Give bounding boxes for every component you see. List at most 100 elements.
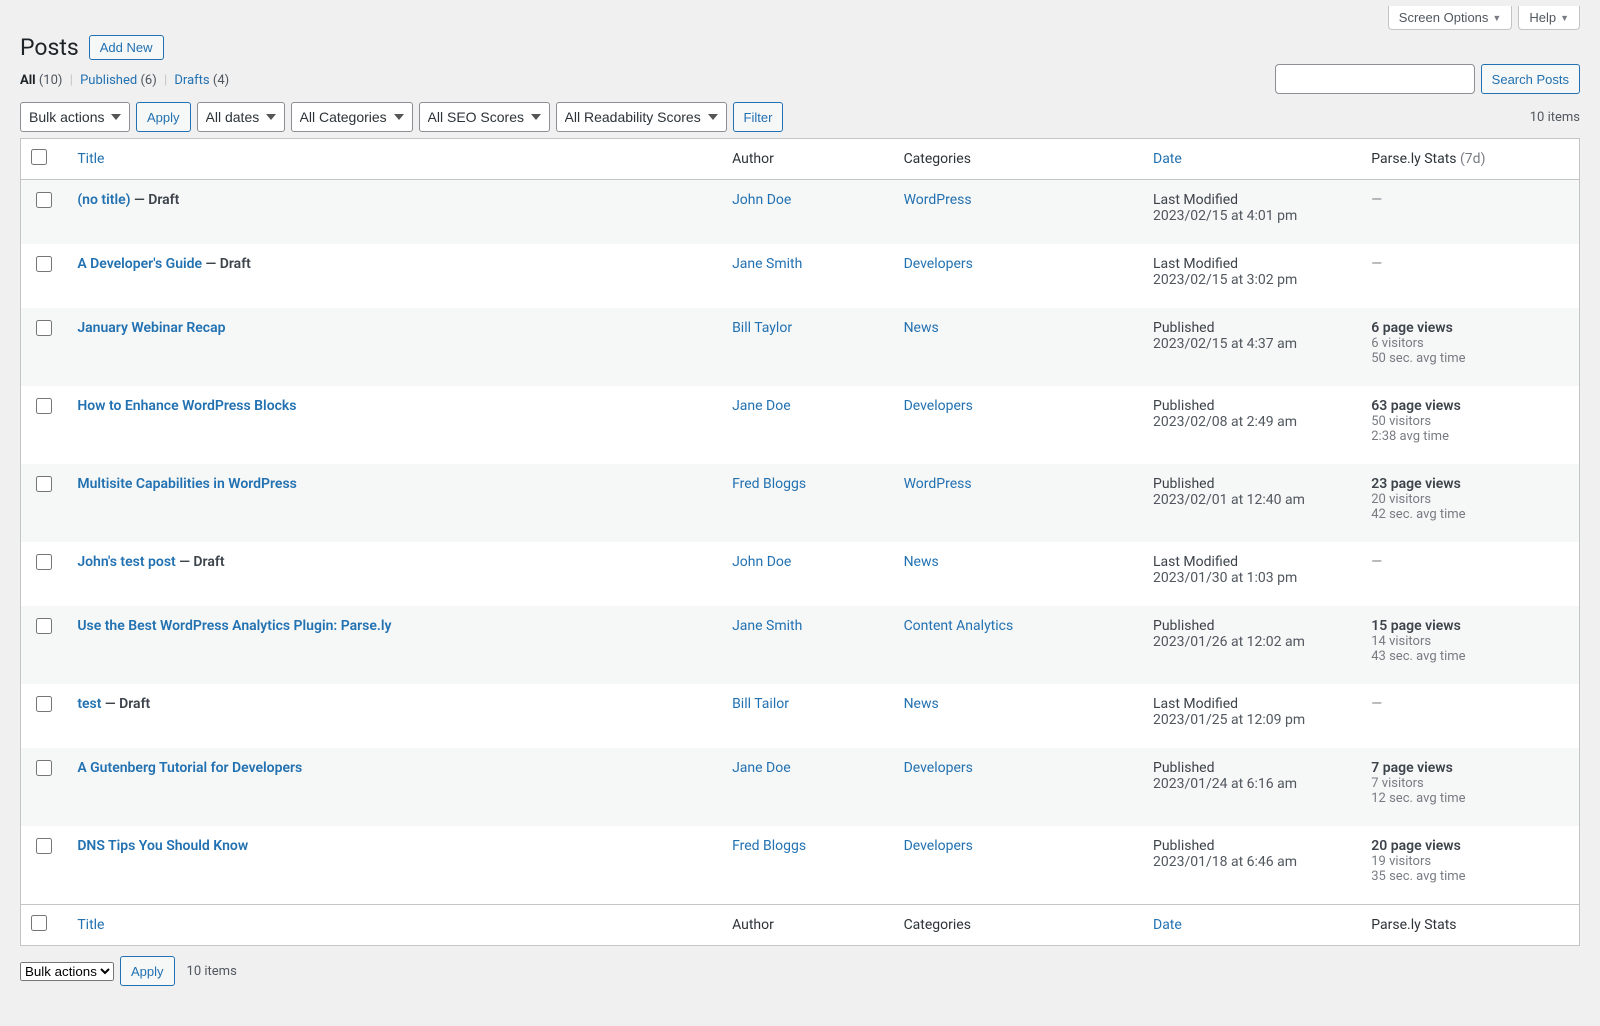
category-link[interactable]: Developers — [904, 838, 973, 854]
col-title-footer[interactable]: Title — [77, 917, 104, 933]
help-button[interactable]: Help ▼ — [1518, 6, 1580, 30]
table-row: A Developer's Guide — DraftJane SmithDev… — [21, 244, 1580, 308]
filter-all-count: (10) — [39, 73, 63, 88]
col-author-header: Author — [722, 139, 893, 180]
date-value: 2023/01/26 at 12:02 am — [1153, 634, 1351, 650]
post-title-link[interactable]: Multisite Capabilities in WordPress — [77, 476, 297, 492]
stats-visitors: 7 visitors — [1371, 776, 1569, 791]
apply-bulk-button-bottom[interactable]: Apply — [120, 956, 175, 986]
stats-views: 7 page views — [1371, 760, 1569, 776]
row-checkbox[interactable] — [36, 618, 52, 634]
seo-filter-select[interactable]: All SEO Scores — [419, 102, 550, 132]
category-link[interactable]: Content Analytics — [904, 618, 1014, 634]
items-count-top: 10 items — [1530, 110, 1580, 125]
help-label: Help — [1529, 10, 1556, 25]
table-row: Multisite Capabilities in WordPress Fred … — [21, 464, 1580, 542]
col-date-footer[interactable]: Date — [1153, 917, 1182, 933]
post-title-link[interactable]: DNS Tips You Should Know — [77, 838, 248, 854]
row-checkbox[interactable] — [36, 476, 52, 492]
post-title-link[interactable]: A Developer's Guide — [77, 256, 202, 272]
filter-published-link[interactable]: Published — [80, 73, 137, 88]
author-link[interactable]: Jane Doe — [732, 760, 791, 776]
row-checkbox[interactable] — [36, 760, 52, 776]
author-link[interactable]: Jane Smith — [732, 256, 802, 272]
category-link[interactable]: Developers — [904, 256, 973, 272]
post-title-link[interactable]: (no title) — [77, 192, 130, 208]
author-link[interactable]: Jane Doe — [732, 398, 791, 414]
date-status: Last Modified — [1153, 192, 1351, 208]
add-new-button[interactable]: Add New — [89, 35, 164, 60]
table-row: Use the Best WordPress Analytics Plugin:… — [21, 606, 1580, 684]
date-status: Published — [1153, 618, 1351, 634]
row-checkbox[interactable] — [36, 398, 52, 414]
post-title-link[interactable]: January Webinar Recap — [77, 320, 225, 336]
row-checkbox[interactable] — [36, 838, 52, 854]
date-value: 2023/02/01 at 12:40 am — [1153, 492, 1351, 508]
row-checkbox[interactable] — [36, 554, 52, 570]
post-title-link[interactable]: Use the Best WordPress Analytics Plugin:… — [77, 618, 391, 634]
stats-visitors: 50 visitors — [1371, 414, 1569, 429]
author-link[interactable]: John Doe — [732, 192, 791, 208]
filter-button[interactable]: Filter — [733, 102, 784, 132]
bulk-actions-select[interactable]: Bulk actions — [20, 102, 130, 132]
col-title-header[interactable]: Title — [77, 151, 104, 167]
screen-options-button[interactable]: Screen Options ▼ — [1388, 6, 1513, 30]
post-title-link[interactable]: How to Enhance WordPress Blocks — [77, 398, 296, 414]
select-all-checkbox[interactable] — [31, 149, 47, 165]
search-input[interactable] — [1275, 64, 1475, 94]
author-link[interactable]: Fred Bloggs — [732, 838, 806, 854]
bulk-actions-select-bottom[interactable]: Bulk actions — [20, 962, 114, 981]
stats-avg-time: 50 sec. avg time — [1371, 351, 1569, 366]
author-link[interactable]: Bill Taylor — [732, 320, 792, 336]
category-link[interactable]: News — [904, 696, 939, 712]
table-row: DNS Tips You Should Know Fred Bloggs Devel… — [21, 826, 1580, 905]
filter-all-label[interactable]: All — [20, 73, 36, 88]
category-link[interactable]: News — [904, 554, 939, 570]
chevron-down-icon: ▼ — [1560, 13, 1569, 23]
date-value: 2023/02/08 at 2:49 am — [1153, 414, 1351, 430]
category-link[interactable]: Developers — [904, 760, 973, 776]
row-checkbox[interactable] — [36, 192, 52, 208]
post-title-link[interactable]: A Gutenberg Tutorial for Developers — [77, 760, 302, 776]
row-checkbox[interactable] — [36, 256, 52, 272]
category-link[interactable]: WordPress — [904, 476, 972, 492]
category-link[interactable]: WordPress — [904, 192, 972, 208]
post-title-link[interactable]: test — [77, 696, 101, 712]
category-link[interactable]: Developers — [904, 398, 973, 414]
date-value: 2023/01/18 at 6:46 am — [1153, 854, 1351, 870]
date-status: Last Modified — [1153, 696, 1351, 712]
author-link[interactable]: John Doe — [732, 554, 791, 570]
stats-empty: — — [1371, 192, 1382, 208]
row-checkbox[interactable] — [36, 320, 52, 336]
date-status: Last Modified — [1153, 554, 1351, 570]
stats-avg-time: 42 sec. avg time — [1371, 507, 1569, 522]
date-value: 2023/02/15 at 3:02 pm — [1153, 272, 1351, 288]
dates-filter-select[interactable]: All dates — [197, 102, 285, 132]
col-date-header[interactable]: Date — [1153, 151, 1182, 167]
filter-drafts-link[interactable]: Drafts — [174, 73, 209, 88]
stats-visitors: 6 visitors — [1371, 336, 1569, 351]
date-status: Published — [1153, 398, 1351, 414]
category-link[interactable]: News — [904, 320, 939, 336]
author-link[interactable]: Jane Smith — [732, 618, 802, 634]
table-row: test — Draft Bill Tailor News Last Modified… — [21, 684, 1580, 748]
select-all-checkbox-bottom[interactable] — [31, 915, 47, 931]
post-state: — Draft — [131, 192, 180, 208]
apply-bulk-button[interactable]: Apply — [136, 102, 191, 132]
categories-filter-select[interactable]: All Categories — [291, 102, 413, 132]
col-categories-footer: Categories — [894, 905, 1143, 946]
stats-avg-time: 12 sec. avg time — [1371, 791, 1569, 806]
col-categories-header: Categories — [894, 139, 1143, 180]
row-checkbox[interactable] — [36, 696, 52, 712]
post-state: — Draft — [101, 696, 150, 712]
readability-filter-select[interactable]: All Readability Scores — [556, 102, 727, 132]
post-title-link[interactable]: John's test post — [77, 554, 175, 570]
search-posts-button[interactable]: Search Posts — [1481, 64, 1580, 94]
date-status: Published — [1153, 320, 1351, 336]
table-row: How to Enhance WordPress Blocks Jane Doe D… — [21, 386, 1580, 464]
author-link[interactable]: Fred Bloggs — [732, 476, 806, 492]
stats-empty: — — [1371, 696, 1382, 712]
date-value: 2023/02/15 at 4:37 am — [1153, 336, 1351, 352]
posts-table: Title Author Categories Date Parse.ly St… — [20, 138, 1580, 946]
author-link[interactable]: Bill Tailor — [732, 696, 789, 712]
